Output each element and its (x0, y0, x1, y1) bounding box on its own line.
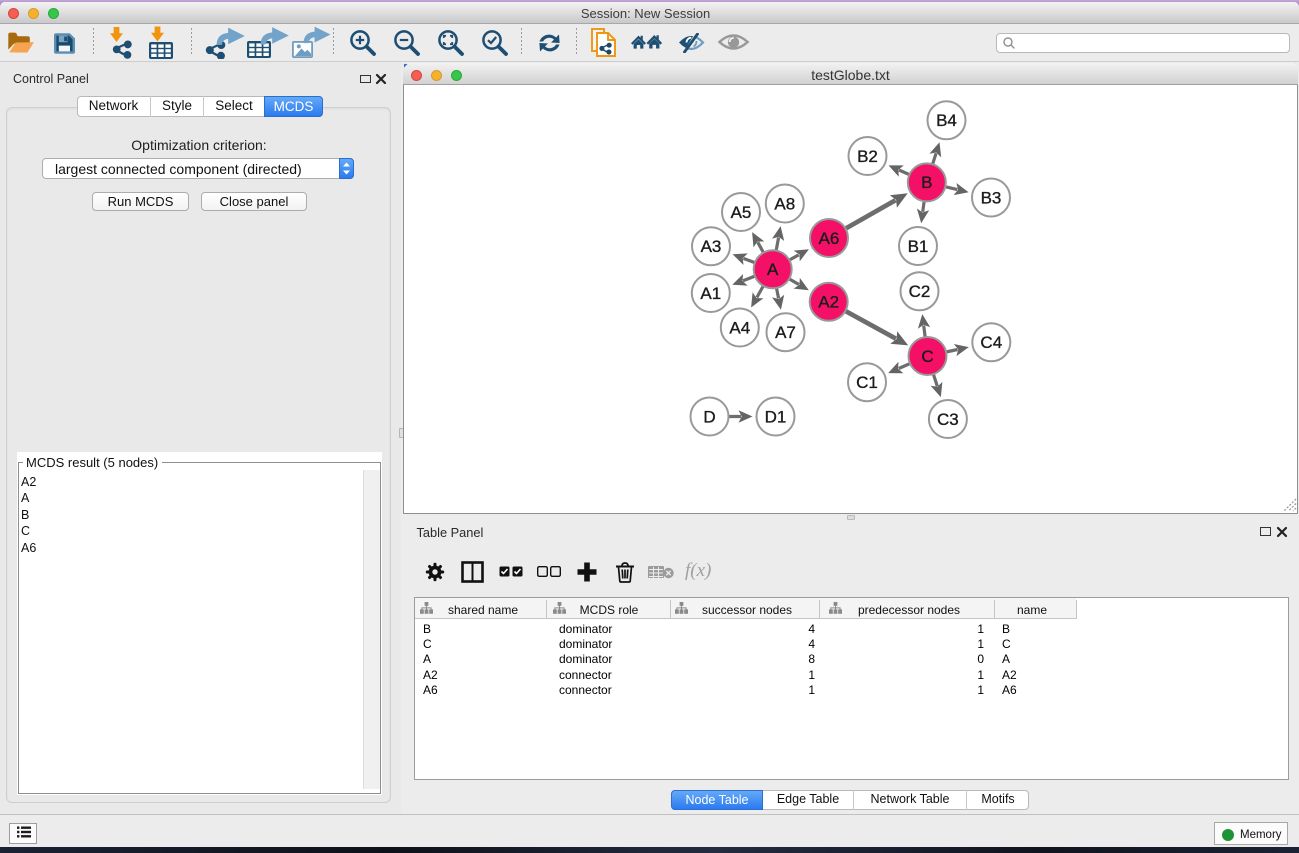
svg-text:B1: B1 (908, 237, 929, 256)
svg-text:A4: A4 (729, 318, 750, 337)
svg-text:C4: C4 (980, 333, 1002, 352)
svg-text:D: D (703, 407, 715, 426)
svg-text:B3: B3 (981, 188, 1002, 207)
svg-text:C3: C3 (937, 410, 959, 429)
svg-text:C: C (921, 347, 933, 366)
svg-text:A5: A5 (731, 203, 752, 222)
svg-text:A: A (767, 260, 779, 279)
svg-text:A7: A7 (775, 323, 796, 342)
svg-text:B2: B2 (857, 147, 878, 166)
svg-text:A6: A6 (819, 229, 840, 248)
svg-text:A3: A3 (701, 237, 722, 256)
svg-text:C1: C1 (856, 373, 878, 392)
svg-text:A1: A1 (700, 284, 721, 303)
svg-text:B4: B4 (936, 111, 957, 130)
svg-text:A8: A8 (774, 194, 795, 213)
svg-text:A2: A2 (818, 293, 839, 312)
svg-text:C2: C2 (909, 282, 931, 301)
svg-text:B: B (921, 173, 932, 192)
svg-text:D1: D1 (765, 407, 787, 426)
